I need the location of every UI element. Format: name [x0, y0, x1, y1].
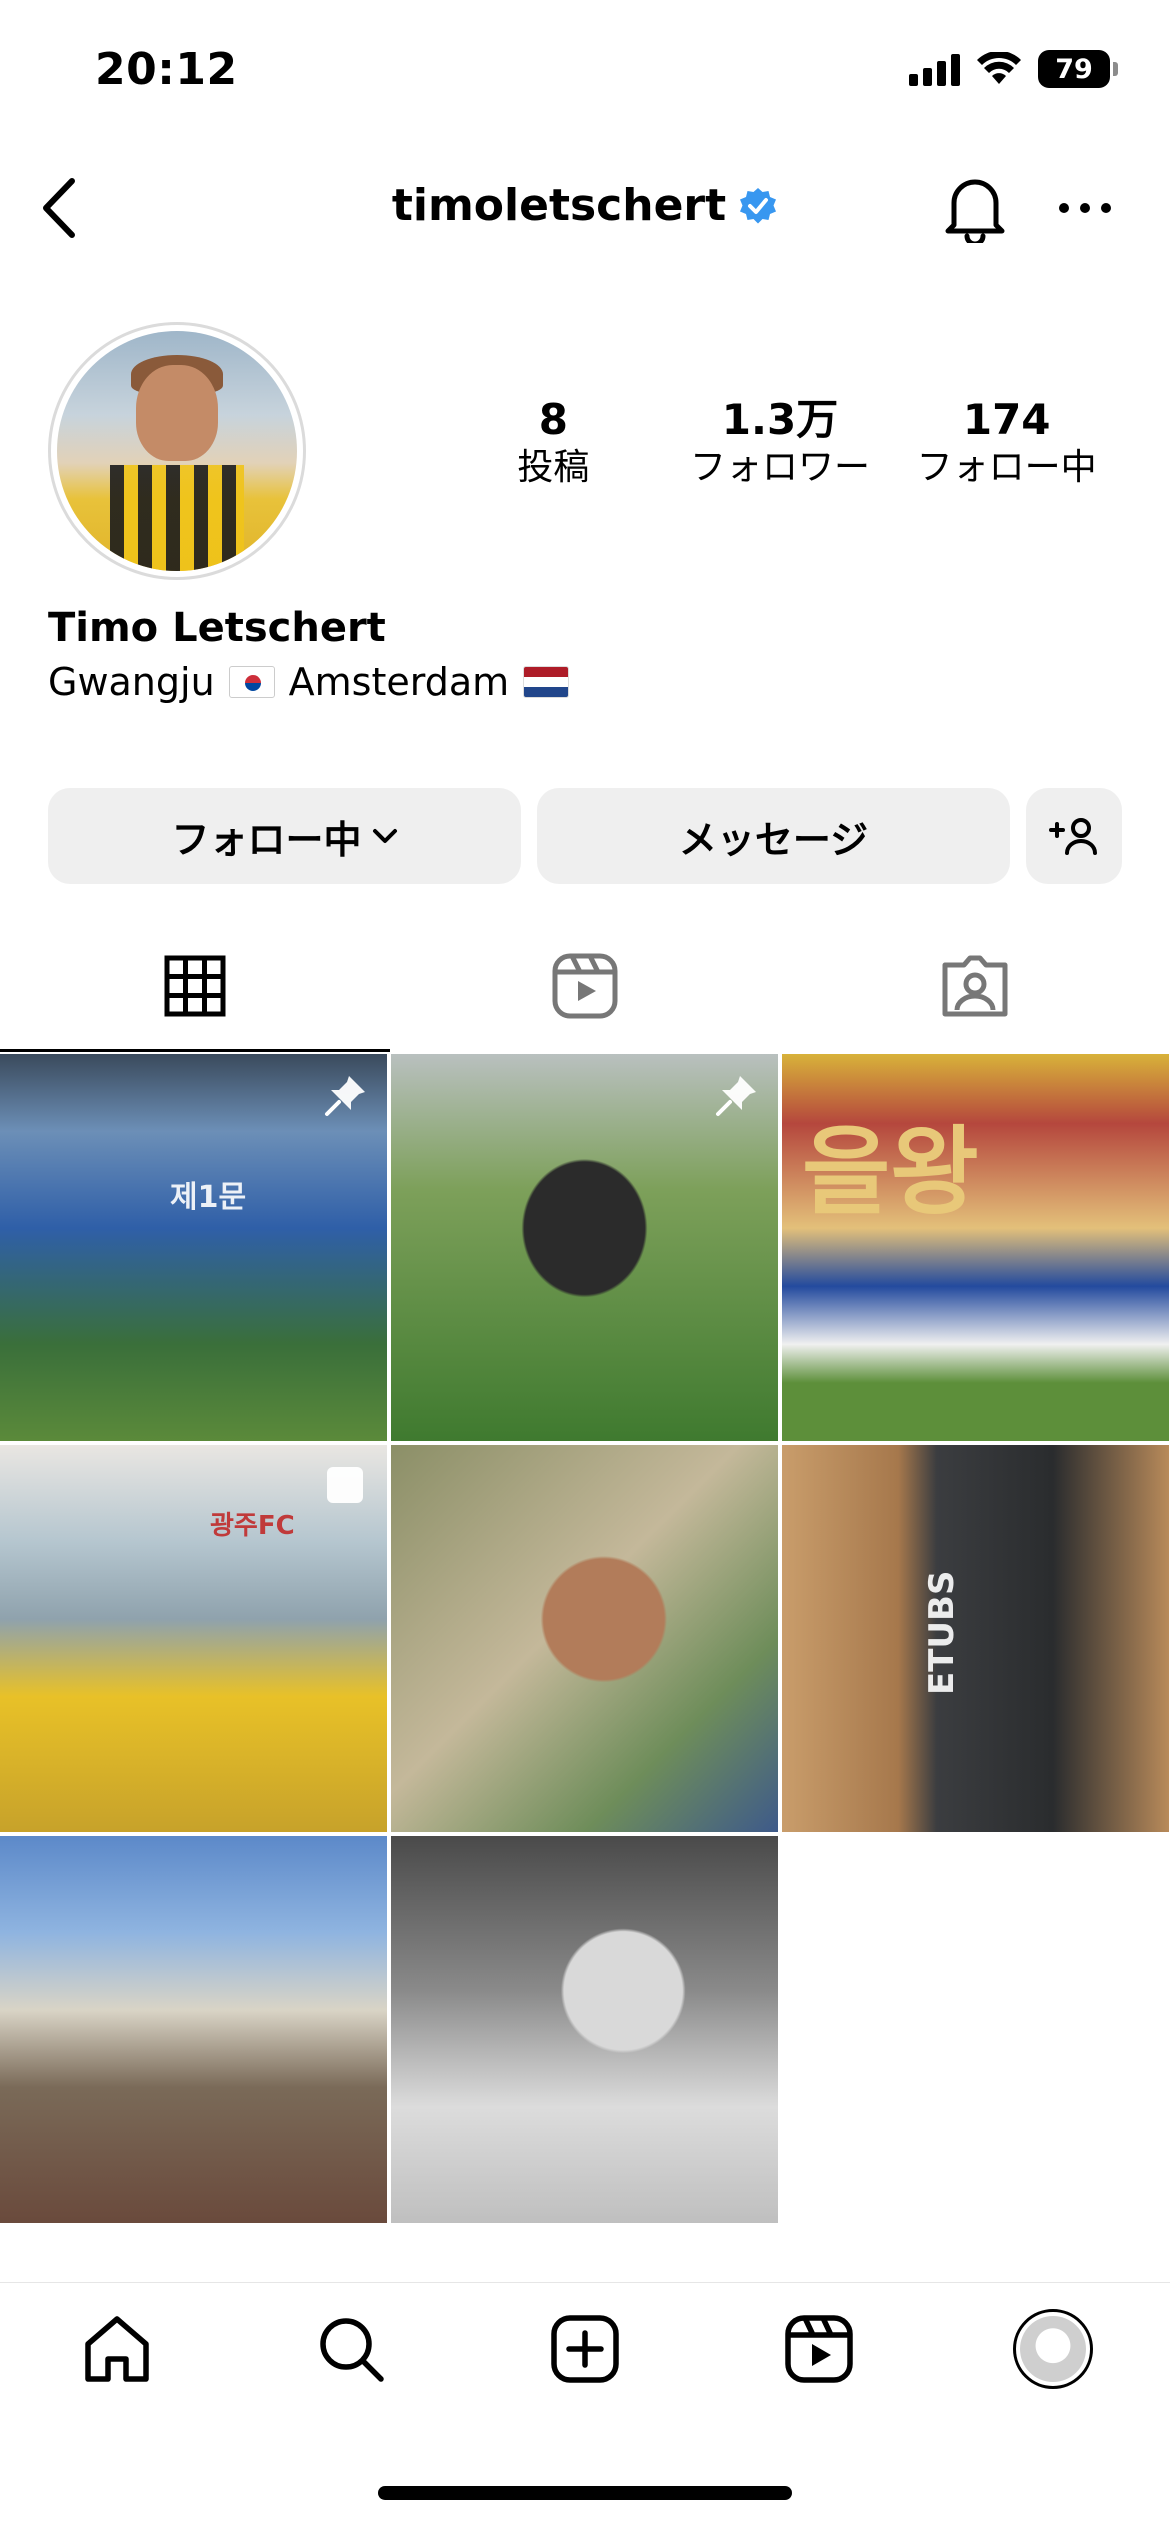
- profile-avatar[interactable]: [48, 322, 306, 580]
- nav-search[interactable]: [234, 2283, 468, 2432]
- posts-grid: 제1문 을왕 광주FC ETUBS: [0, 1054, 1170, 2223]
- post-thumbnail[interactable]: ETUBS: [782, 1445, 1169, 1832]
- tab-tagged[interactable]: [780, 920, 1170, 1052]
- stat-following[interactable]: 174 フォロー中: [893, 395, 1120, 492]
- verified-badge-icon: [740, 187, 777, 223]
- post-thumbnail[interactable]: [391, 1445, 778, 1832]
- profile-full-name: Timo Letschert: [48, 605, 386, 651]
- post-thumbnail[interactable]: [0, 1836, 387, 2223]
- nav-create[interactable]: [468, 2283, 702, 2432]
- following-button-label: フォロー中: [171, 817, 362, 862]
- post-image-text: ETUBS: [922, 1570, 962, 1695]
- post-thumbnail[interactable]: 제1문: [0, 1054, 387, 1441]
- stat-value: 8: [538, 395, 568, 444]
- signal-icon: [909, 52, 960, 86]
- pin-icon: [325, 1076, 365, 1116]
- post-image-text: 을왕: [802, 1116, 979, 1228]
- south-korea-flag-icon: [228, 666, 275, 698]
- bio-city-1: Gwangju: [48, 660, 215, 704]
- netherlands-flag-icon: [523, 666, 570, 698]
- message-button[interactable]: メッセージ: [537, 788, 1010, 884]
- wifi-icon: [977, 52, 1021, 84]
- multiple-photos-icon: [327, 1467, 363, 1503]
- stat-value: 1.3万: [721, 395, 839, 444]
- bio-city-2: Amsterdam: [288, 660, 510, 704]
- stat-label: 投稿: [517, 447, 590, 489]
- post-thumbnail[interactable]: 광주FC: [0, 1445, 387, 1832]
- tab-reels[interactable]: [390, 920, 780, 1052]
- battery-indicator: 79: [1038, 50, 1118, 88]
- post-thumbnail[interactable]: [391, 1836, 778, 2223]
- home-indicator: [378, 2486, 792, 2500]
- more-options-button[interactable]: [1045, 168, 1125, 248]
- stat-posts[interactable]: 8 投稿: [440, 395, 667, 492]
- stat-label: フォロー中: [916, 447, 1097, 489]
- post-image-text: 제1문: [170, 1180, 247, 1215]
- stat-followers[interactable]: 1.3万 フォロワー: [667, 395, 894, 492]
- profile-avatar-small: [1013, 2308, 1093, 2389]
- profile-bio: Gwangju Amsterdam: [48, 660, 570, 704]
- search-icon: [320, 2317, 384, 2382]
- status-bar: 20:12 79: [0, 0, 1170, 150]
- chevron-down-icon: [372, 829, 397, 843]
- following-button[interactable]: フォロー中: [48, 788, 521, 884]
- post-thumbnail[interactable]: 을왕: [782, 1054, 1169, 1441]
- nav-reels[interactable]: [702, 2283, 936, 2432]
- stat-label: フォロワー: [690, 447, 871, 489]
- message-button-label: メッセージ: [678, 817, 869, 862]
- post-thumbnail[interactable]: [391, 1054, 778, 1441]
- suggested-users-button[interactable]: [1026, 788, 1122, 884]
- tab-posts-grid[interactable]: [0, 920, 390, 1052]
- stat-value: 174: [962, 395, 1051, 444]
- profile-stats: 8 投稿 1.3万 フォロワー 174 フォロー中: [440, 395, 1120, 492]
- nav-profile[interactable]: [936, 2283, 1170, 2432]
- pin-icon: [716, 1076, 756, 1116]
- more-icon: [1059, 203, 1111, 213]
- home-icon: [85, 2315, 149, 2382]
- bell-icon: [945, 179, 1005, 243]
- status-icons: 79: [909, 50, 1118, 88]
- bottom-navigation: [0, 2282, 1170, 2432]
- avatar-image: [57, 331, 297, 571]
- tagged-icon: [942, 955, 1008, 1017]
- profile-tabs: [0, 920, 1170, 1052]
- reels-icon: [552, 953, 618, 1019]
- nav-home[interactable]: [0, 2283, 234, 2432]
- reels-icon: [785, 2314, 853, 2383]
- profile-header: timoletschert: [0, 150, 1170, 270]
- post-image-text: 광주FC: [210, 1511, 295, 1541]
- header-username: timoletschert: [391, 180, 727, 231]
- add-person-icon: [1049, 818, 1097, 855]
- notifications-button[interactable]: [935, 168, 1015, 248]
- status-time: 20:12: [95, 44, 238, 95]
- plus-square-icon: [551, 2314, 619, 2383]
- grid-icon: [164, 955, 226, 1017]
